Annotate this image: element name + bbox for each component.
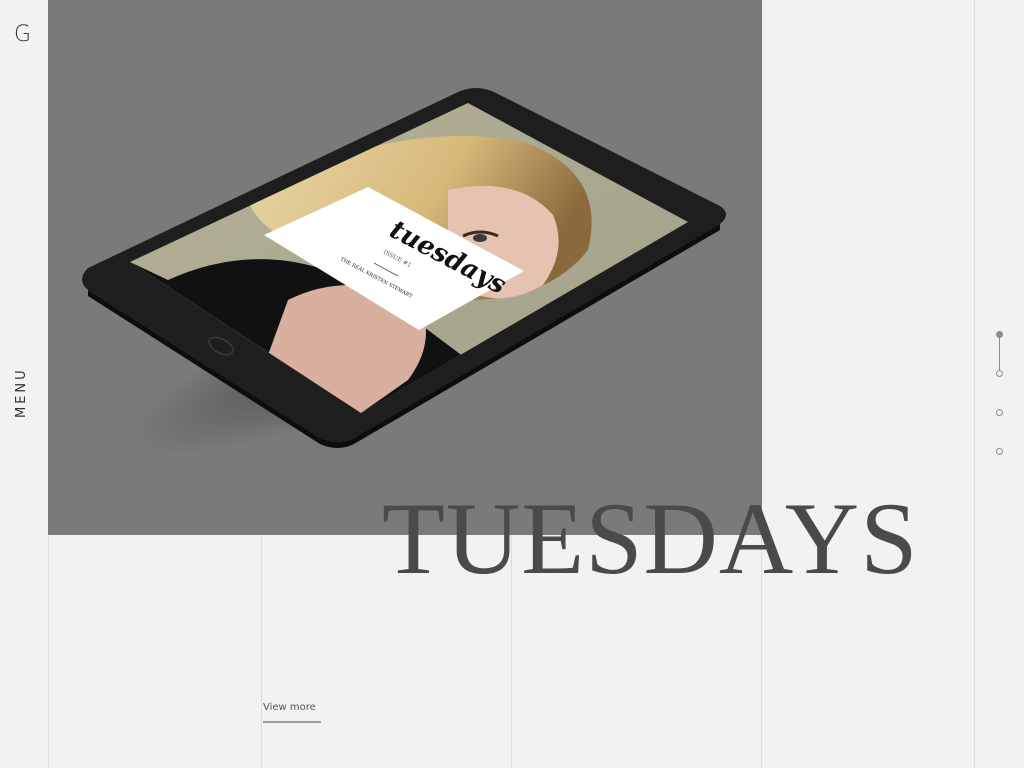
pagination-dot-2[interactable] bbox=[996, 370, 1003, 377]
page-title: TUESDAYS bbox=[382, 482, 919, 596]
pagination-dot-4[interactable] bbox=[996, 448, 1003, 455]
pagination-column bbox=[974, 0, 1024, 768]
tablet-mockup: tuesdays ISSUE #1 THE REAL KRISTEN STEWA… bbox=[82, 88, 726, 456]
pagination-line bbox=[999, 338, 1000, 372]
view-more-link[interactable]: View more bbox=[263, 702, 321, 723]
pagination-dot-1[interactable] bbox=[996, 331, 1003, 338]
pagination-dot-3[interactable] bbox=[996, 409, 1003, 416]
hero-image: tuesdays ISSUE #1 THE REAL KRISTEN STEWA… bbox=[48, 0, 762, 535]
menu-toggle[interactable]: MENU bbox=[14, 367, 29, 418]
logo[interactable]: G bbox=[14, 22, 31, 47]
left-rail: G MENU bbox=[0, 0, 49, 768]
